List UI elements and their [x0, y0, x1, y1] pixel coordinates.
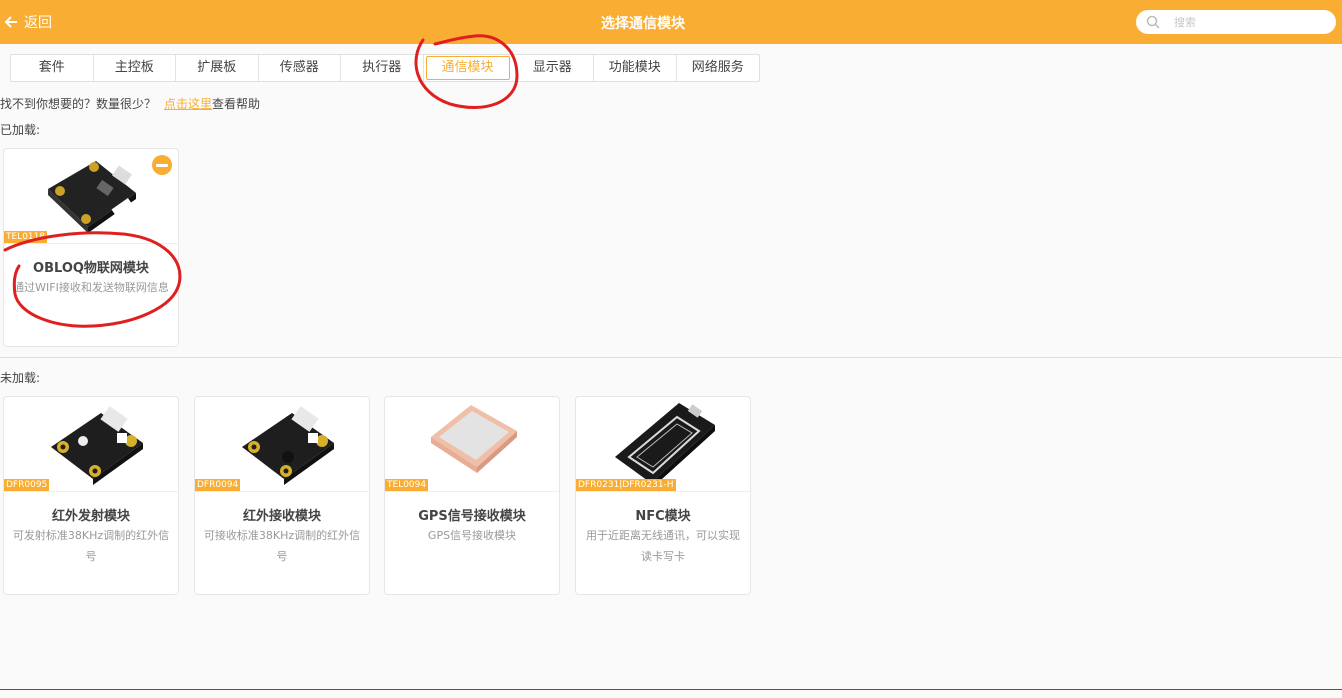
bottom-edge	[0, 689, 1342, 690]
tab-kit[interactable]: 套件	[11, 55, 94, 81]
section-divider	[0, 357, 1342, 358]
module-code: TEL0094	[385, 479, 429, 491]
tab-network-service[interactable]: 网络服务	[677, 55, 760, 81]
card-divider	[385, 491, 559, 492]
search-icon	[1146, 15, 1160, 29]
module-image	[4, 397, 178, 491]
module-name: OBLOQ物联网模块	[33, 261, 149, 276]
tab-mainboard[interactable]: 主控板	[94, 55, 176, 81]
tab-communication[interactable]: 通信模块	[425, 56, 510, 80]
module-card-ir-receiver[interactable]: DFR0094 红外接收模块 可接收标准38KHz调制的红外信号	[194, 396, 370, 595]
loaded-section-label: 已加载:	[0, 123, 41, 137]
unloaded-section-label: 未加载:	[0, 371, 41, 385]
module-card-gps[interactable]: TEL0094 GPS信号接收模块 GPS信号接收模块	[384, 396, 560, 595]
module-description: 可发射标准38KHz调制的红外信号	[12, 529, 170, 563]
tab-expansion-board[interactable]: 扩展板	[176, 55, 259, 81]
search-box[interactable]	[1136, 10, 1336, 34]
module-description: 通过WIFI接收和发送物联网信息	[13, 281, 169, 294]
help-link[interactable]: 点击这里	[164, 97, 212, 111]
module-image	[576, 397, 750, 491]
page-title: 选择通信模块	[601, 16, 685, 32]
category-tabs: 套件 主控板 扩展板 传感器 执行器 通信模块 显示器 功能模块 网络服务	[10, 54, 760, 82]
tab-actuator[interactable]: 执行器	[341, 55, 424, 81]
module-description: 可接收标准38KHz调制的红外信号	[203, 529, 361, 563]
help-text-suffix: 查看帮助	[212, 97, 261, 111]
module-code: DFR0095	[4, 479, 50, 491]
module-card-obloq[interactable]: TEL0118 OBLOQ物联网模块 通过WIFI接收和发送物联网信息	[3, 148, 179, 347]
card-divider	[195, 491, 369, 492]
module-code: DFR0094	[195, 479, 241, 491]
search-input[interactable]	[1174, 15, 1324, 29]
tab-display[interactable]: 显示器	[512, 55, 594, 81]
top-bar: 返回 选择通信模块	[0, 0, 1342, 44]
remove-module-button[interactable]	[152, 155, 172, 175]
help-text-prefix: 找不到你想要的？数量很少？	[0, 97, 157, 111]
tab-sensor[interactable]: 传感器	[259, 55, 341, 81]
module-name: 红外发射模块	[51, 509, 130, 524]
card-divider	[4, 243, 178, 244]
module-name: 红外接收模块	[242, 509, 321, 524]
module-card-nfc[interactable]: DFR0231|DFR0231-H NFC模块 用于近距离无线通讯，可以实现读卡…	[575, 396, 751, 595]
card-divider	[576, 491, 750, 492]
help-line: 找不到你想要的？数量很少？ 点击这里查看帮助	[0, 95, 260, 112]
module-image	[385, 397, 559, 491]
module-description: 用于近距离无线通讯，可以实现读卡写卡	[586, 529, 740, 563]
module-code: DFR0231|DFR0231-H	[576, 479, 676, 491]
tab-function-module[interactable]: 功能模块	[594, 55, 677, 81]
module-code: TEL0118	[4, 231, 48, 243]
module-image	[195, 397, 369, 491]
module-name: NFC模块	[635, 509, 691, 524]
module-name: GPS信号接收模块	[418, 509, 526, 524]
module-description: GPS信号接收模块	[427, 529, 517, 542]
card-divider	[4, 491, 178, 492]
module-card-ir-transmitter[interactable]: DFR0095 红外发射模块 可发射标准38KHz调制的红外信号	[3, 396, 179, 595]
